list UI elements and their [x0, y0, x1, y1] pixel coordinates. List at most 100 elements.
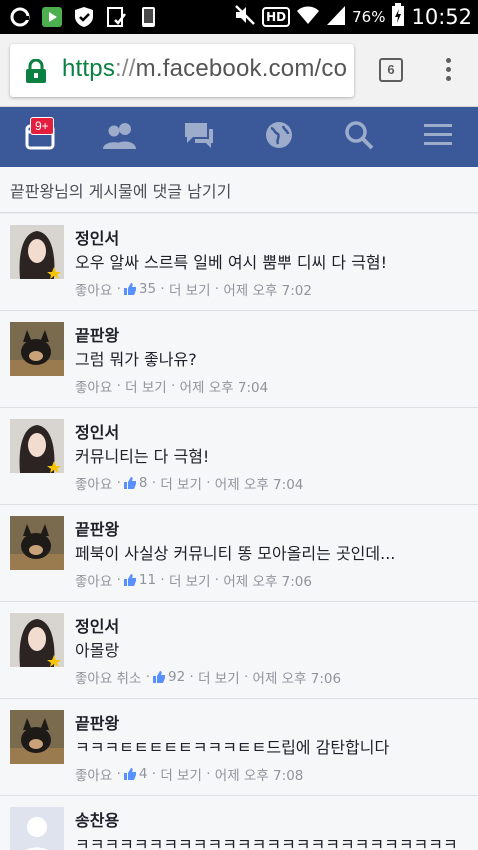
- like-link[interactable]: 좋아요: [75, 570, 112, 590]
- avatar[interactable]: [10, 419, 64, 473]
- like-link[interactable]: 좋아요: [75, 473, 112, 493]
- nav-messages[interactable]: [159, 107, 239, 167]
- comment-item: 끝판왕 그럼 뭐가 좋나유? 좋아요 · 더 보기 · 어제 오후 7:04: [0, 311, 478, 408]
- comment-item: 정인서 아몰랑 좋아요 취소 · 92 · 더 보기 · 어제 오후 7:06: [0, 602, 478, 699]
- comment-text: 커뮤니티는 다 극혐!: [75, 447, 210, 466]
- whatsapp-icon: [8, 5, 32, 29]
- messages-icon: [183, 121, 215, 153]
- comment-meta: 좋아요 · 4 · 더 보기 · 어제 오후 7:08: [75, 764, 303, 784]
- unlike-link[interactable]: 좋아요 취소: [75, 667, 141, 687]
- avatar[interactable]: [10, 807, 64, 850]
- clipboard-check-icon: [104, 5, 128, 29]
- comment-meta: 좋아요 · 35 · 더 보기 · 어제 오후 7:02: [75, 279, 312, 299]
- comment-item: 끝판왕 페북이 사실상 커뮤니티 똥 모아올리는 곳인데... 좋아요 · 11…: [0, 505, 478, 602]
- comment-text: 아몰랑: [75, 641, 120, 660]
- timestamp: 어제 오후 7:04: [214, 477, 304, 493]
- timestamp: 어제 오후 7:06: [223, 574, 312, 590]
- like-link[interactable]: 좋아요: [75, 376, 112, 396]
- separator: ·: [160, 281, 165, 297]
- tab-switcher-button[interactable]: 6: [379, 58, 403, 82]
- timestamp: 어제 오후 7:06: [252, 671, 342, 687]
- nav-search[interactable]: [319, 107, 399, 167]
- more-link[interactable]: 더 보기: [169, 279, 211, 299]
- thumbs-up-icon: [123, 573, 137, 587]
- separator: ·: [206, 766, 211, 782]
- separator: ·: [206, 475, 211, 491]
- lock-icon: [24, 58, 48, 87]
- phone-icon: [136, 5, 160, 29]
- like-count[interactable]: 11: [139, 572, 156, 588]
- comment-item: 정인서 오우 알싸 스르륵 일베 여시 뿜뿌 디씨 다 극혐! 좋아요 · 35…: [0, 214, 478, 311]
- comment-author[interactable]: 정인서: [75, 613, 119, 637]
- thumbs-up-icon: [123, 476, 137, 490]
- comment-text: 그럼 뭐가 좋나유?: [75, 350, 197, 369]
- browser-toolbar: https://m.facebook.com/co 6: [0, 34, 478, 107]
- comment-text: ㅋㅋㅋㅋㅋㅋㅋㅋㅋㅋㅋㅋㅋㅋㅋㅋㅋㅋㅋㅋㅋㅋㅋㅋㅋㅋ: [75, 835, 458, 850]
- clock: 10:52: [411, 5, 472, 29]
- like-count[interactable]: 4: [139, 766, 148, 782]
- separator: ·: [160, 572, 165, 588]
- separator: ·: [116, 475, 121, 491]
- nav-menu[interactable]: [398, 107, 478, 167]
- address-bar[interactable]: https://m.facebook.com/co: [10, 44, 354, 97]
- comment-author[interactable]: 끝판왕: [75, 516, 119, 540]
- like-count[interactable]: 35: [139, 281, 156, 297]
- battery-icon: [391, 3, 405, 31]
- separator: ·: [116, 766, 121, 782]
- timestamp: 어제 오후 7:02: [223, 283, 312, 299]
- separator: ·: [116, 281, 121, 297]
- more-link[interactable]: 더 보기: [169, 570, 211, 590]
- comment-author[interactable]: 정인서: [75, 225, 119, 249]
- comment-meta: 좋아요 · 11 · 더 보기 · 어제 오후 7:06: [75, 570, 312, 590]
- comment-item: 끝판왕 ㅋㅋㅋㅌㅌㅌㅌㅌㅋㅋㅋㅌㅌ드립에 감탄합니다 좋아요 · 4 · 더 보…: [0, 699, 478, 796]
- like-link[interactable]: 좋아요: [75, 764, 112, 784]
- shield-icon: [72, 5, 96, 29]
- friends-icon: [102, 121, 138, 153]
- timestamp: 어제 오후 7:04: [179, 380, 269, 396]
- more-link[interactable]: 더 보기: [125, 376, 167, 396]
- comment-text: 페북이 사실상 커뮤니티 똥 모아올리는 곳인데...: [75, 544, 396, 563]
- avatar[interactable]: [10, 710, 64, 764]
- notification-badge: 9+: [30, 117, 54, 135]
- nav-notifications[interactable]: 9+: [0, 107, 80, 167]
- thumbs-up-icon: [123, 282, 137, 296]
- comment-text: 오우 알싸 스르륵 일베 여시 뿜뿌 디씨 다 극혐!: [75, 253, 388, 272]
- comment-meta: 좋아요 · 더 보기 · 어제 오후 7:04: [75, 376, 268, 396]
- separator: ·: [151, 766, 157, 782]
- menu-kebab-icon[interactable]: [440, 58, 456, 86]
- globe-icon: [264, 120, 294, 154]
- comment-author[interactable]: 정인서: [75, 419, 119, 443]
- comment-list: 정인서 오우 알싸 스르륵 일베 여시 뿜뿌 디씨 다 극혐! 좋아요 · 35…: [0, 214, 478, 850]
- more-link[interactable]: 더 보기: [160, 473, 202, 493]
- avatar[interactable]: [10, 225, 64, 279]
- like-count[interactable]: 8: [139, 475, 148, 491]
- avatar[interactable]: [10, 322, 64, 376]
- separator: ·: [214, 572, 220, 588]
- mute-icon: [234, 4, 256, 30]
- separator: ·: [116, 378, 121, 394]
- more-link[interactable]: 더 보기: [160, 764, 202, 784]
- comment-meta: 좋아요 · 8 · 더 보기 · 어제 오후 7:04: [75, 473, 303, 493]
- status-bar: HD 76% 10:52: [0, 0, 478, 34]
- comment-author[interactable]: 끝판왕: [75, 322, 119, 346]
- nav-friends[interactable]: [80, 107, 160, 167]
- avatar[interactable]: [10, 613, 64, 667]
- more-link[interactable]: 더 보기: [198, 667, 240, 687]
- separator: ·: [145, 669, 150, 685]
- comment-item: 송찬용 ㅋㅋㅋㅋㅋㅋㅋㅋㅋㅋㅋㅋㅋㅋㅋㅋㅋㅋㅋㅋㅋㅋㅋㅋㅋㅋ: [0, 796, 478, 850]
- separator: ·: [116, 572, 121, 588]
- comment-text: ㅋㅋㅋㅌㅌㅌㅌㅌㅋㅋㅋㅌㅌ드립에 감탄합니다: [75, 738, 390, 757]
- signal-icon: [326, 4, 346, 30]
- nav-globe[interactable]: [239, 107, 319, 167]
- like-link[interactable]: 좋아요: [75, 279, 112, 299]
- comment-author[interactable]: 송찬용: [75, 807, 119, 831]
- comments-header: 끝판왕님의 게시물에 댓글 남기기: [0, 167, 478, 213]
- thumbs-up-icon: [152, 670, 166, 684]
- like-count[interactable]: 92: [168, 669, 185, 685]
- comment-author[interactable]: 끝판왕: [75, 710, 119, 734]
- timestamp: 어제 오후 7:08: [214, 768, 304, 784]
- hd-voice-icon: HD: [262, 7, 291, 27]
- url-text[interactable]: https://m.facebook.com/co: [62, 55, 347, 83]
- avatar[interactable]: [10, 516, 64, 570]
- search-icon: [344, 120, 374, 154]
